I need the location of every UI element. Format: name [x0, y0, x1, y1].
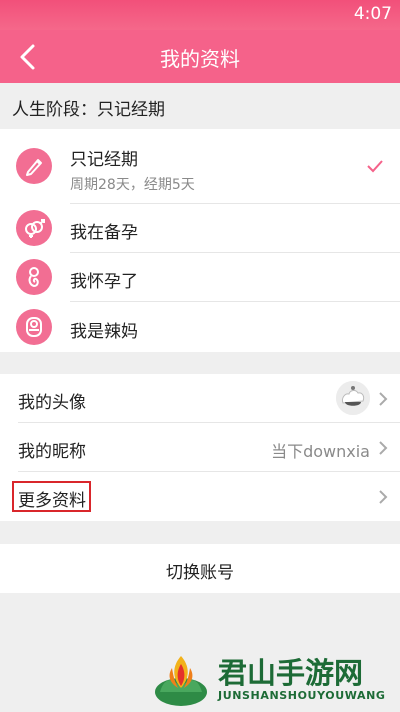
- switch-account-section: 切换账号: [0, 544, 400, 593]
- stage-list: 只记经期 周期28天，经期5天 我在备孕 我怀孕了 我是辣妈: [0, 129, 400, 352]
- flame-logo-icon: [155, 656, 207, 706]
- avatar-row[interactable]: 我的头像: [0, 374, 400, 423]
- stage-label: 我怀孕了: [70, 272, 138, 292]
- stage-item-mom[interactable]: 我是辣妈: [0, 302, 400, 352]
- stage-icon-circle: [16, 259, 52, 295]
- app-bar: 我的资料: [0, 30, 400, 83]
- page-title: 我的资料: [160, 47, 240, 71]
- chevron-right-icon: [379, 490, 388, 504]
- stage-icon-circle: [16, 210, 52, 246]
- chevron-right-icon: [379, 392, 388, 406]
- nickname-label: 我的昵称: [18, 442, 86, 462]
- stage-item-pregnant[interactable]: 我怀孕了: [0, 253, 400, 302]
- avatar: [336, 381, 370, 415]
- checkmark-icon: [367, 160, 383, 173]
- switch-account-button[interactable]: 切换账号: [0, 558, 400, 583]
- watermark-cn: 君山手游网: [218, 656, 364, 690]
- profile-section: 我的头像 我的昵称 当下downxia 更多资料: [0, 374, 400, 521]
- watermark-en: JUNSHANSHOUYOUWANG: [218, 689, 386, 702]
- status-bar: 4:07: [0, 0, 400, 30]
- stage-header: 人生阶段：只记经期: [0, 83, 400, 129]
- stage-item-period-only[interactable]: 只记经期 周期28天，经期5天: [0, 129, 400, 204]
- watermark: 君山手游网 JUNSHANSHOUYOUWANG: [150, 648, 395, 710]
- stage-item-trying[interactable]: 我在备孕: [0, 204, 400, 253]
- stage-label: 只记经期: [70, 150, 138, 170]
- stage-icon-circle: [16, 309, 52, 345]
- baby-icon: [26, 317, 42, 337]
- gender-rings-icon: [25, 219, 45, 238]
- nickname-value: 当下downxia: [271, 442, 370, 461]
- chevron-right-icon: [379, 441, 388, 455]
- avatar-label: 我的头像: [18, 393, 86, 413]
- stage-header-label: 人生阶段：只记经期: [12, 100, 165, 120]
- more-info-label: 更多资料: [18, 491, 86, 511]
- pencil-icon: [26, 159, 42, 176]
- nickname-row[interactable]: 我的昵称 当下downxia: [0, 423, 400, 472]
- stage-icon-circle: [16, 148, 52, 184]
- more-info-row[interactable]: 更多资料: [0, 472, 400, 521]
- status-time: 4:07: [353, 4, 392, 24]
- stage-label: 我是辣妈: [70, 322, 138, 342]
- fetus-icon: [28, 267, 39, 288]
- stage-sub: 周期28天，经期5天: [70, 177, 195, 193]
- cloud-avatar-icon: [336, 381, 370, 415]
- stage-label: 我在备孕: [70, 223, 138, 243]
